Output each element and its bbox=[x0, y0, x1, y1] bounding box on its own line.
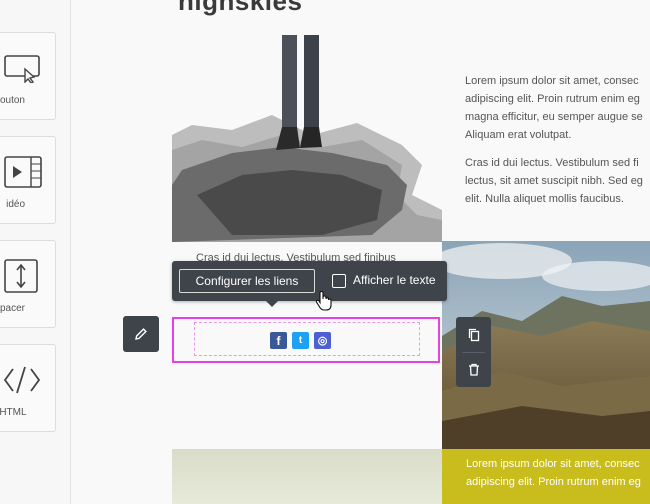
block-label: outon bbox=[0, 95, 25, 106]
text-line: Lorem ipsum dolor sit amet, consec bbox=[466, 458, 640, 470]
pencil-icon bbox=[135, 328, 147, 340]
video-icon bbox=[1, 155, 45, 189]
block-html[interactable]: e HTML bbox=[0, 344, 56, 432]
bottom-photo[interactable] bbox=[172, 449, 442, 504]
facebook-icon[interactable]: f bbox=[270, 332, 287, 349]
block-label: idéo bbox=[6, 199, 25, 210]
block-label: e HTML bbox=[0, 407, 27, 418]
text-line: lectus, sit amet suscipit nibh. Sed eg bbox=[465, 175, 643, 187]
cursor-click-icon bbox=[1, 51, 45, 85]
block-spacer[interactable]: pacer bbox=[0, 240, 56, 328]
page-title: highskies bbox=[178, 0, 303, 16]
show-text-label[interactable]: Afficher le texte bbox=[353, 273, 436, 287]
hiker-photo[interactable] bbox=[172, 35, 442, 242]
trash-icon bbox=[468, 363, 479, 376]
edit-button[interactable] bbox=[123, 316, 159, 352]
show-text-checkbox[interactable] bbox=[332, 274, 346, 288]
body-text-block: Lorem ipsum dolor sit amet, consec adipi… bbox=[465, 72, 650, 218]
instagram-icon[interactable]: ◎ bbox=[314, 332, 331, 349]
social-block-toolbar: Configurer les liens Afficher le texte bbox=[172, 261, 447, 307]
text-line: adipiscing elit. Proin rutrum enim eg bbox=[466, 476, 641, 488]
spacer-icon bbox=[1, 259, 45, 293]
text-line: Aliquam erat volutpat. bbox=[465, 129, 572, 141]
text-line: adipiscing elit. Proin rutrum enim eg bbox=[465, 93, 640, 105]
block-button[interactable]: outon bbox=[0, 32, 56, 120]
block-label: pacer bbox=[0, 303, 25, 314]
copy-icon bbox=[468, 328, 479, 341]
text-line: magna efficitur, eu semper augue se bbox=[465, 111, 643, 123]
code-icon bbox=[1, 363, 45, 397]
twitter-icon[interactable]: t bbox=[292, 332, 309, 349]
block-actions-panel bbox=[456, 317, 491, 387]
configure-links-button[interactable]: Configurer les liens bbox=[179, 269, 315, 293]
hand-cursor-icon bbox=[314, 290, 334, 317]
block-video[interactable]: idéo bbox=[0, 136, 56, 224]
text-line: Lorem ipsum dolor sit amet, consec bbox=[465, 75, 639, 87]
text-line: elit. Nulla aliquet mollis faucibus. bbox=[465, 193, 624, 205]
social-icons: f t ◎ bbox=[270, 332, 331, 349]
text-line: Cras id dui lectus. Vestibulum sed fi bbox=[465, 157, 639, 169]
blocks-sidebar: outon idéo pacer e HTML bbox=[0, 0, 71, 504]
duplicate-button[interactable] bbox=[456, 317, 491, 352]
yellow-text-block: Lorem ipsum dolor sit amet, consec adipi… bbox=[442, 449, 650, 504]
delete-button[interactable] bbox=[456, 352, 491, 387]
